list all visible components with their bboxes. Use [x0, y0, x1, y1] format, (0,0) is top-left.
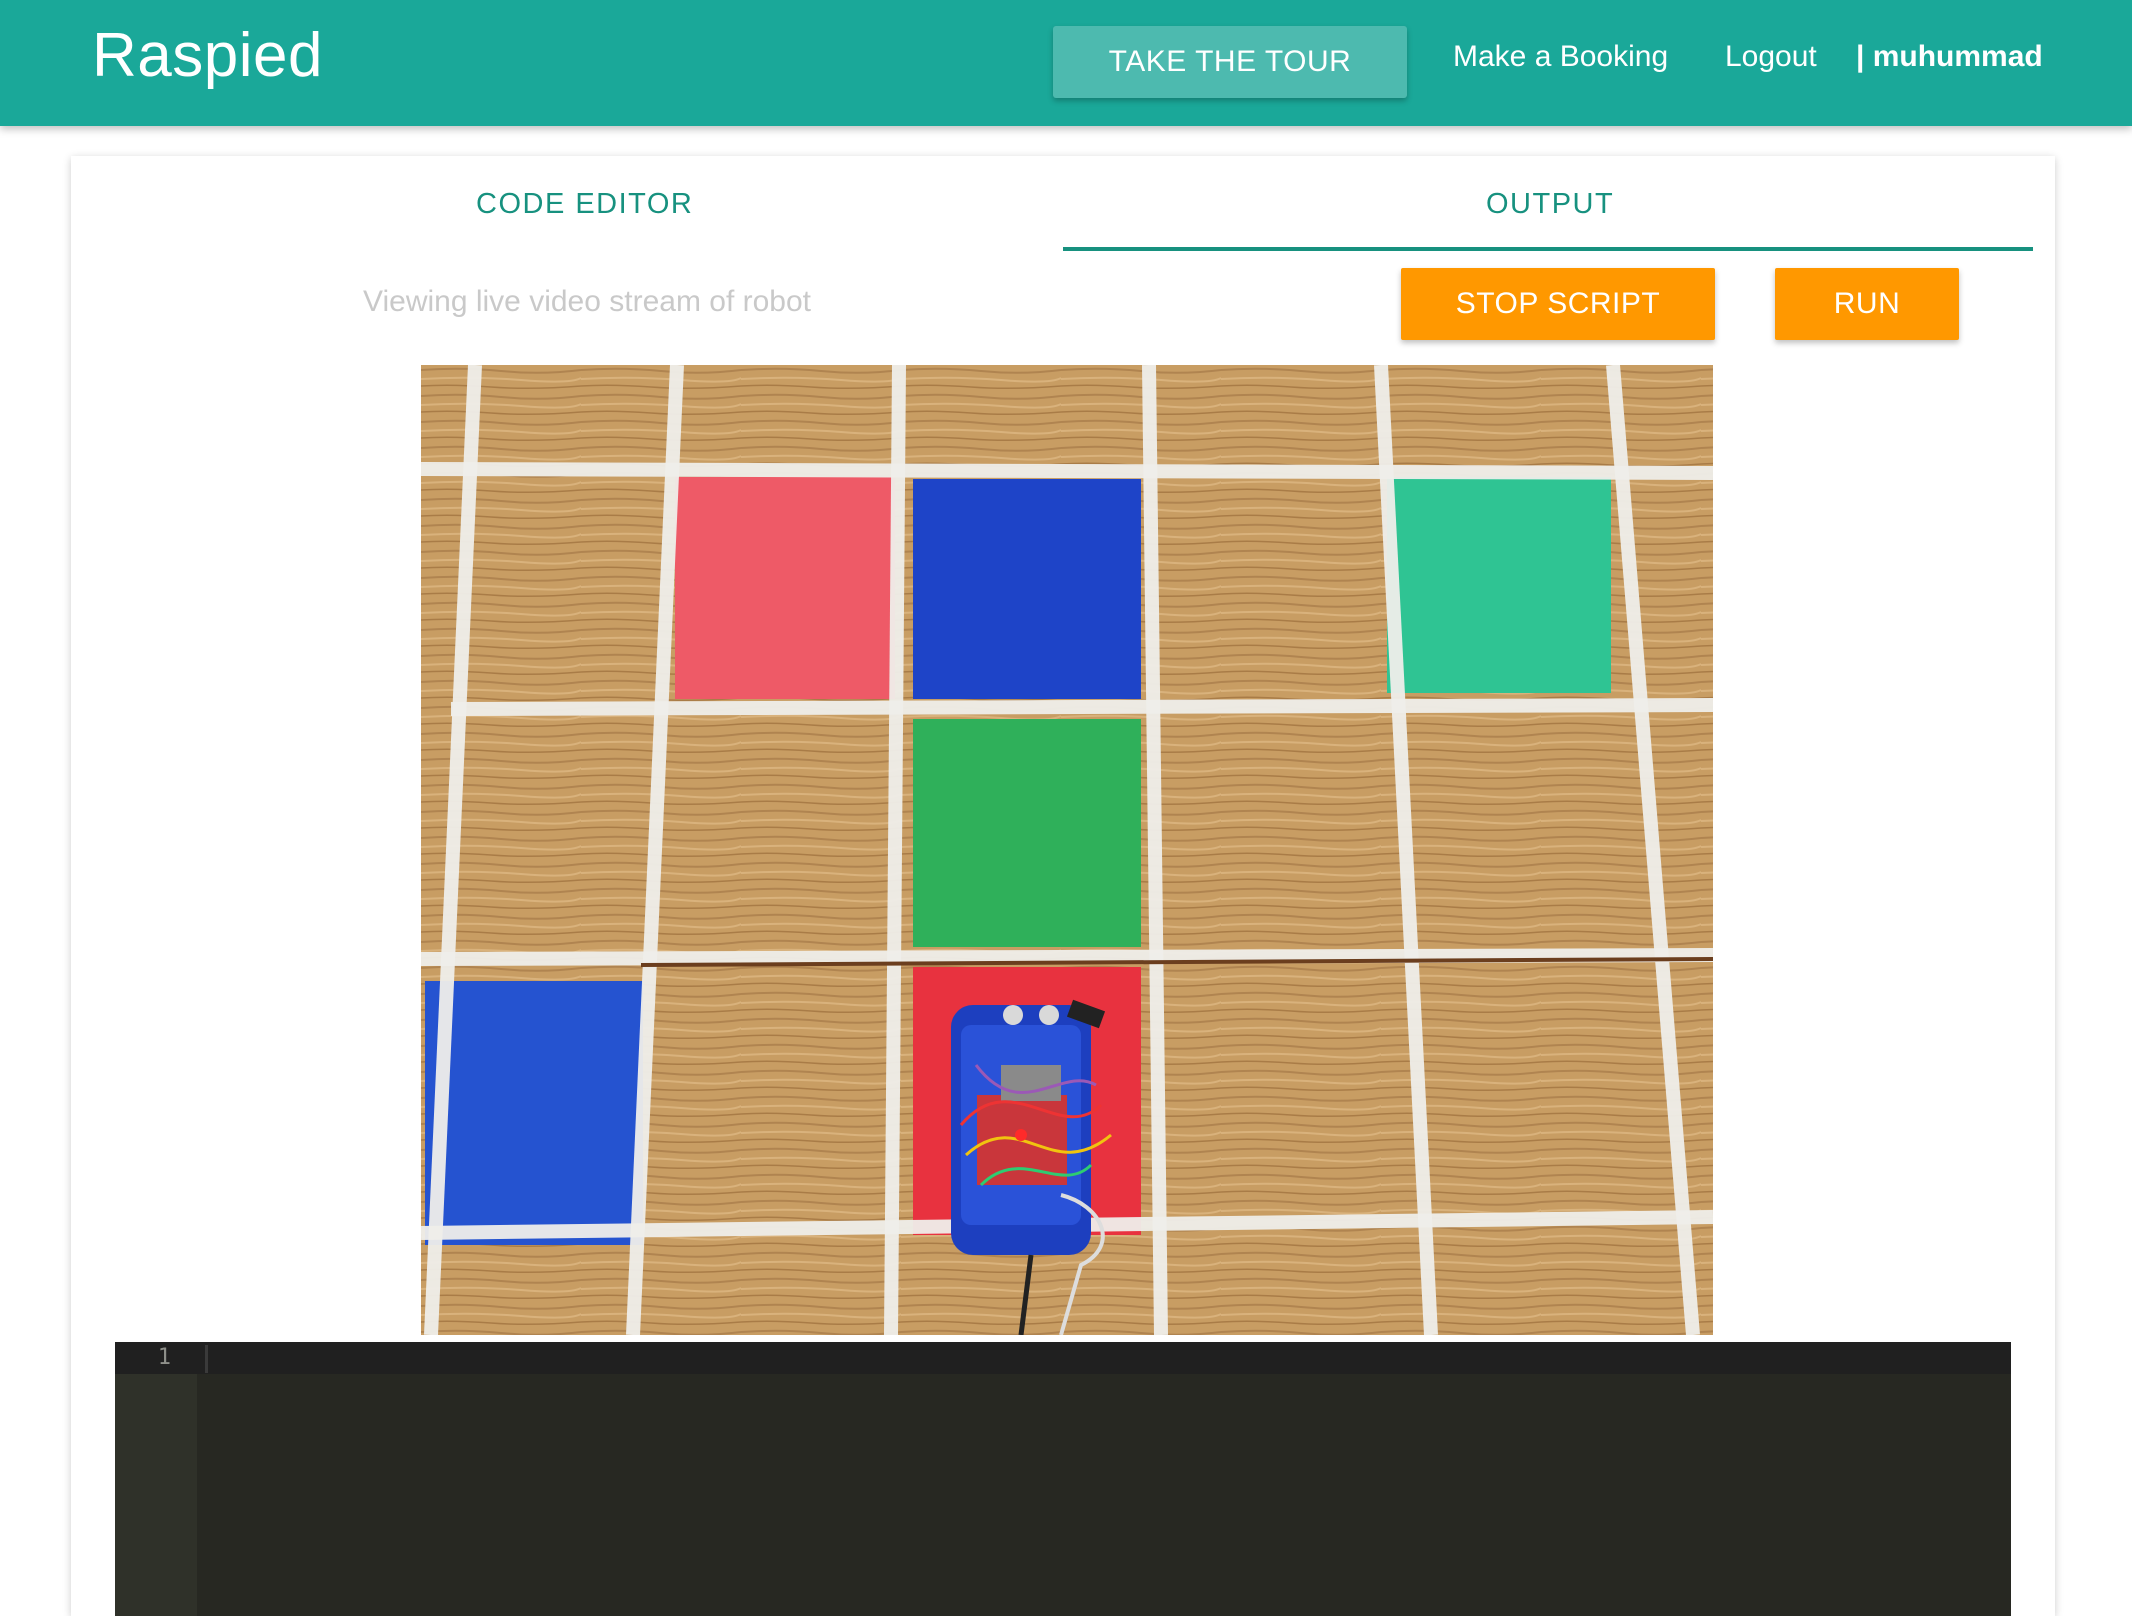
- tab-output[interactable]: OUTPUT: [1486, 188, 1614, 221]
- stop-script-button[interactable]: STOP SCRIPT: [1401, 268, 1715, 340]
- make-a-booking-link[interactable]: Make a Booking: [1453, 40, 1668, 74]
- logout-link[interactable]: Logout: [1725, 40, 1817, 74]
- line-number-gutter: [115, 1342, 197, 1616]
- tab-code-editor[interactable]: CODE EDITOR: [476, 188, 693, 221]
- username-label: | muhummad: [1856, 40, 2043, 73]
- live-video-stream: [421, 365, 1713, 1335]
- active-tab-indicator: [1063, 247, 2033, 251]
- line-number: 1: [157, 1345, 171, 1370]
- top-navbar: Raspied TAKE THE TOUR Make a Booking Log…: [0, 0, 2132, 126]
- video-stream-hint: Viewing live video stream of robot: [363, 285, 812, 318]
- active-line-highlight: [115, 1342, 2011, 1374]
- code-editor-pane[interactable]: 1: [115, 1342, 2011, 1616]
- take-the-tour-button[interactable]: TAKE THE TOUR: [1053, 26, 1407, 98]
- main-card: CODE EDITOR OUTPUT Viewing live video st…: [71, 156, 2055, 1616]
- run-button[interactable]: RUN: [1775, 268, 1959, 340]
- text-cursor: [205, 1345, 208, 1373]
- brand-logo[interactable]: Raspied: [92, 20, 323, 91]
